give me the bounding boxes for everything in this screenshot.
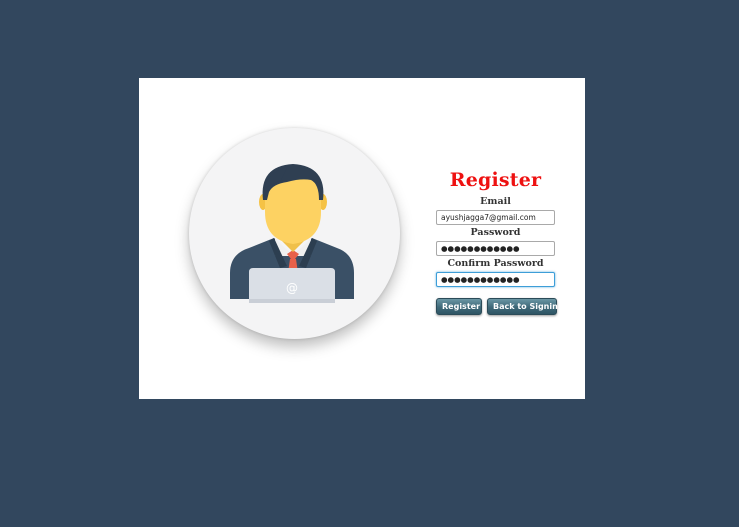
confirm-password-field[interactable] <box>436 272 555 287</box>
password-field[interactable] <box>436 241 555 256</box>
email-label: Email <box>480 196 511 207</box>
avatar: @ <box>189 128 400 339</box>
laptop-at-symbol: @ <box>286 281 298 295</box>
password-label: Password <box>470 227 521 238</box>
back-to-signin-button[interactable]: Back to Signin <box>487 298 558 315</box>
user-avatar-icon: @ <box>230 164 354 303</box>
email-field[interactable] <box>436 210 555 225</box>
form-buttons: Register Back to Signin <box>436 298 558 315</box>
confirm-password-label: Confirm Password <box>447 258 544 269</box>
register-form: Register Email Password Confirm Password <box>436 168 555 287</box>
form-title: Register <box>449 169 542 191</box>
avatar-container: @ <box>189 128 400 339</box>
register-card: @ Register Email Password Confirm Passwo… <box>139 78 585 399</box>
register-button[interactable]: Register <box>436 298 482 315</box>
